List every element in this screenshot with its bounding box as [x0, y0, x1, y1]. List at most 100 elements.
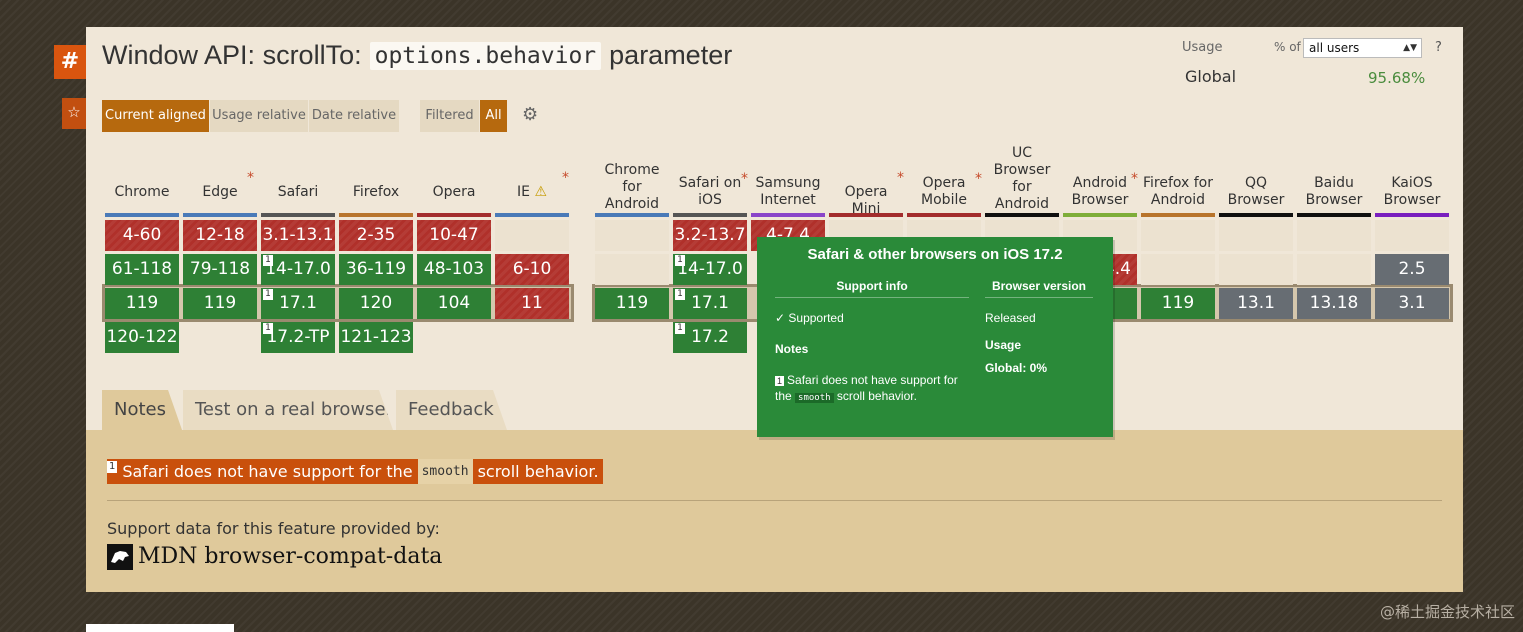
note-marker: 1 [675, 289, 685, 300]
browser-header-safari: Safari [261, 184, 335, 201]
empty-cell [1219, 254, 1293, 285]
support-cell[interactable]: 104 [417, 288, 491, 319]
support-cell[interactable]: 1 17.2-TP [261, 322, 335, 353]
tab-notes-active[interactable]: Notes [102, 390, 182, 430]
browser-header-baidu: Baidu Browser [1305, 175, 1363, 208]
bottom-strip [86, 624, 234, 632]
browser-header-edge: Edge * [183, 170, 257, 201]
title-prefix: Window API: scrollTo: [102, 40, 362, 70]
page-title: Window API: scrollTo: options.behavior p… [102, 40, 732, 71]
support-cell[interactable]: 121-123 [339, 322, 413, 353]
support-cell[interactable]: 119 [595, 288, 669, 319]
support-cell[interactable]: 2.5 [1375, 254, 1449, 285]
tooltip-global-usage: Global: 0% [985, 361, 1048, 375]
cell-label: 17.2-TP [266, 327, 330, 347]
tab-test-real-browser[interactable]: Test on a real browser [183, 390, 393, 430]
cell-label: 14-17.0 [265, 259, 331, 279]
support-cell[interactable]: 48-103 [417, 254, 491, 285]
hash-link-button[interactable]: # [54, 45, 86, 79]
browser-bar-chrome [105, 213, 179, 217]
watermark: @稀土掘金技术社区 [1379, 603, 1515, 621]
note-marker: 1 [263, 255, 273, 266]
asterisk: * [975, 171, 982, 187]
asterisk: * [1131, 171, 1138, 187]
support-cell[interactable]: 61-118 [105, 254, 179, 285]
empty-cell [1297, 220, 1371, 251]
support-cell[interactable]: 1 17.1 [673, 288, 747, 319]
browser-header-opera-mobile: Opera Mobile * [907, 171, 982, 209]
current-aligned-button[interactable]: Current aligned [102, 100, 209, 132]
support-cell[interactable]: 10-47 [417, 220, 491, 251]
browser-name: Safari on iOS [678, 175, 742, 208]
tooltip-notes-heading: Notes [775, 342, 809, 356]
support-cell[interactable]: 1 17.1 [261, 288, 335, 319]
browser-header-chrome: Chrome [105, 184, 179, 201]
support-cell[interactable]: 119 [183, 288, 257, 319]
empty-cell [495, 220, 569, 251]
browser-name: Android Browser [1071, 175, 1129, 208]
support-cell[interactable]: 4-60 [105, 220, 179, 251]
empty-cell [595, 254, 669, 285]
support-cell[interactable]: 3.2-13.7 [673, 220, 747, 251]
browser-bar-opera [417, 213, 491, 217]
all-button[interactable]: All [480, 100, 507, 132]
browser-bar-safari-ios [673, 213, 747, 217]
support-cell[interactable]: 36-119 [339, 254, 413, 285]
browser-bar-firefox-android [1141, 213, 1215, 217]
asterisk: * [741, 171, 748, 187]
support-cell[interactable]: 6-10 [495, 254, 569, 285]
browser-header-ie: IE ⚠ * [495, 170, 569, 201]
tab-feedback[interactable]: Feedback [396, 390, 507, 430]
browser-header-opera: Opera [417, 184, 491, 201]
gear-icon[interactable]: ⚙ [522, 104, 538, 125]
empty-cell [1375, 220, 1449, 251]
browser-header-kaios: KaiOS Browser [1383, 175, 1441, 208]
support-cell[interactable]: 13.18 [1297, 288, 1371, 319]
browser-bar-safari [261, 213, 335, 217]
tooltip-note-after: scroll behavior. [836, 389, 917, 403]
usage-relative-button[interactable]: Usage relative [210, 100, 308, 132]
tooltip-note: 1 Safari does not have support for the sm… [775, 373, 965, 406]
title-code: options.behavior [369, 41, 602, 70]
empty-cell [1219, 220, 1293, 251]
tooltip-note-code: smooth [795, 393, 834, 403]
tooltip-note-number: 1 [775, 376, 785, 386]
support-cell[interactable]: 119 [1141, 288, 1215, 319]
usage-label: Usage [1182, 40, 1223, 55]
browser-name: Firefox [352, 184, 400, 200]
support-cell[interactable]: 79-118 [183, 254, 257, 285]
support-cell[interactable]: 1 14-17.0 [261, 254, 335, 285]
support-cell[interactable]: 11 [495, 288, 569, 319]
support-cell[interactable]: 1 14-17.0 [673, 254, 747, 285]
support-cell[interactable]: 3.1 [1375, 288, 1449, 319]
tooltip-usage-heading: Usage [985, 338, 1022, 352]
support-cell[interactable]: 3.1-13.1 [261, 220, 335, 251]
cell-label: 17.1 [691, 293, 729, 313]
filtered-button[interactable]: Filtered [420, 100, 479, 132]
support-cell[interactable]: 120-122 [105, 322, 179, 353]
data-provided-label: Support data for this feature provided b… [107, 519, 440, 538]
note-text-after: scroll behavior. [477, 462, 599, 481]
empty-cell [1141, 254, 1215, 285]
mdn-logo-icon[interactable] [107, 544, 133, 570]
users-select[interactable]: all users ▲▼ [1303, 38, 1422, 58]
star-icon[interactable]: ☆ [62, 98, 86, 129]
mdn-link[interactable]: MDN browser-compat-data [138, 544, 442, 569]
note-code: smooth [417, 459, 473, 484]
help-link[interactable]: ? [1435, 40, 1442, 55]
support-cell[interactable]: 120 [339, 288, 413, 319]
tooltip-released: Released [985, 311, 1036, 325]
cell-label: 17.2 [691, 327, 729, 347]
asterisk: * [897, 170, 904, 186]
support-cell[interactable]: 12-18 [183, 220, 257, 251]
support-cell-hovered[interactable]: 1 17.2 [673, 322, 747, 353]
tooltip-support-info-heading: Support info [775, 279, 969, 298]
support-cell[interactable]: 2-35 [339, 220, 413, 251]
support-cell[interactable]: 119 [105, 288, 179, 319]
browser-bar-edge [183, 213, 257, 217]
support-cell[interactable]: 13.1 [1219, 288, 1293, 319]
note-marker: 1 [263, 289, 273, 300]
date-relative-button[interactable]: Date relative [309, 100, 399, 132]
warning-icon: ⚠ [534, 184, 547, 200]
note-marker: 1 [263, 323, 273, 334]
